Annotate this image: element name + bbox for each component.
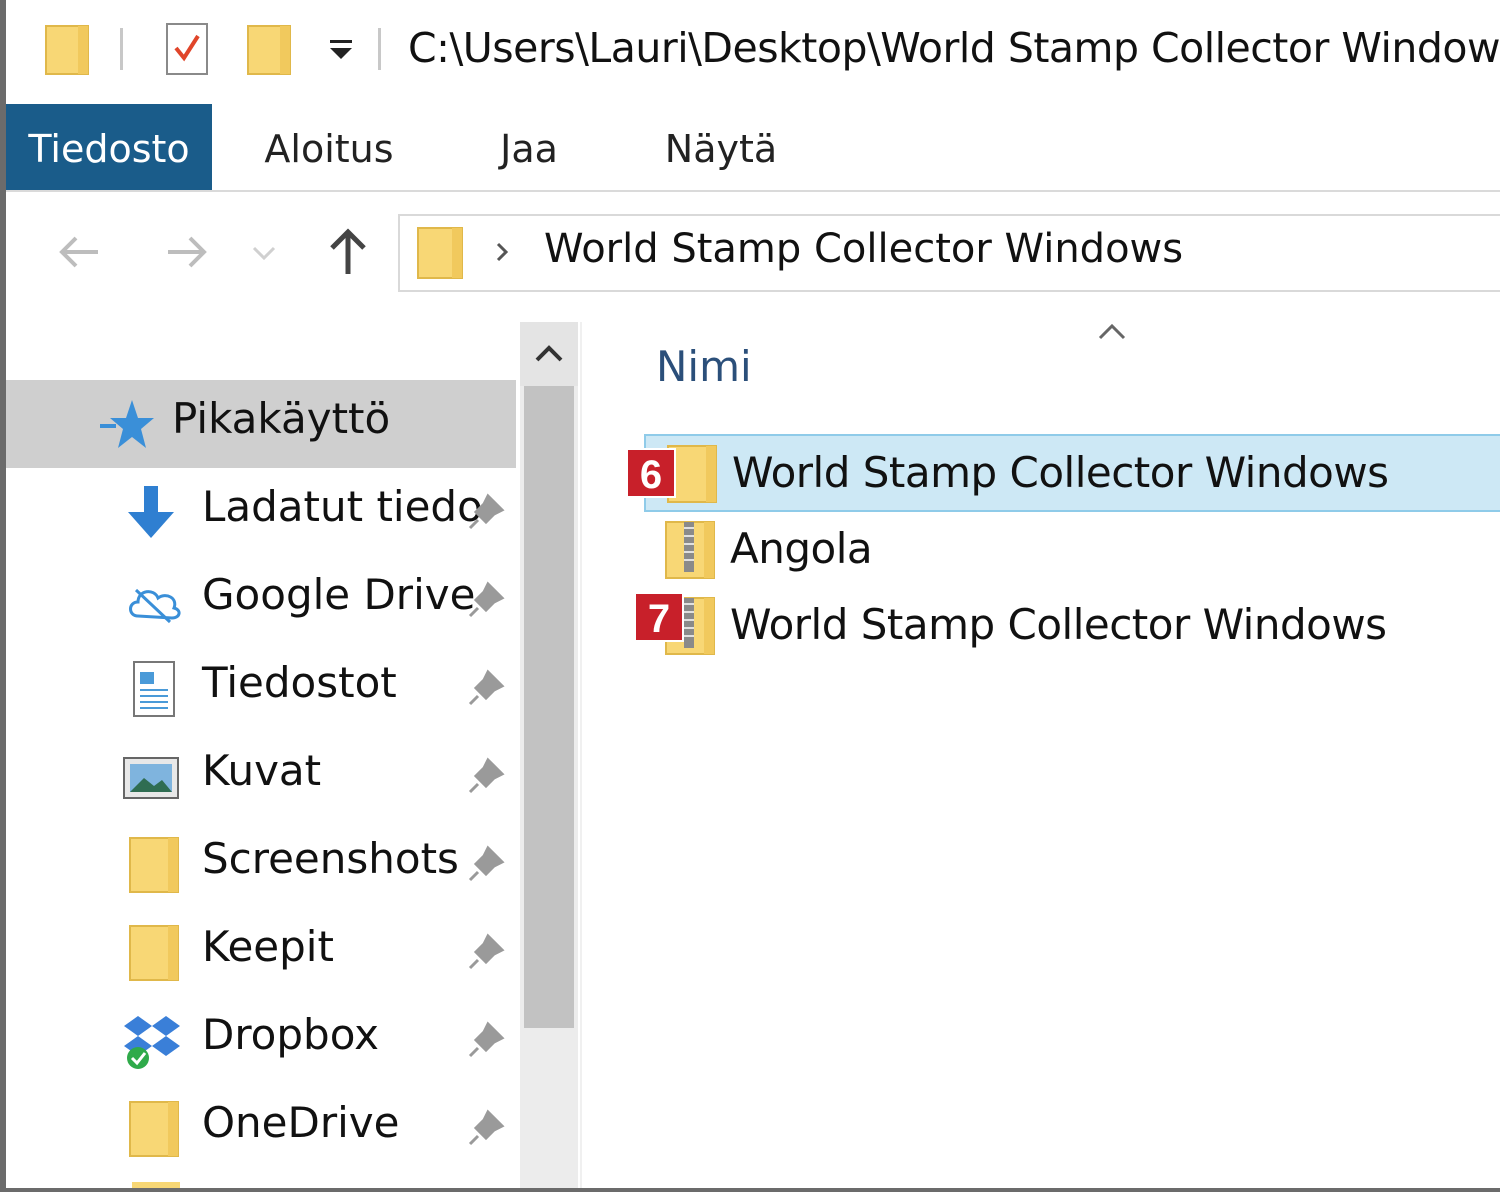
folder-icon — [129, 925, 179, 981]
picture-icon — [123, 757, 179, 799]
recent-locations-icon[interactable] — [244, 222, 284, 282]
tab-home[interactable]: Aloitus — [242, 104, 416, 190]
folder-icon — [129, 837, 179, 893]
up-arrow-icon[interactable] — [318, 222, 378, 282]
folder-icon — [417, 227, 463, 279]
sidebar-item-dropbox[interactable]: Dropbox — [6, 996, 516, 1084]
window-title: C:\Users\Lauri\Desktop\World Stamp Colle… — [408, 24, 1500, 72]
file-name: World Stamp Collector Windows — [732, 448, 1389, 497]
sidebar-item-documents[interactable]: Tiedostot — [6, 644, 516, 732]
tab-file[interactable]: Tiedosto — [6, 104, 212, 190]
cloud-icon — [129, 588, 181, 624]
new-folder-icon[interactable] — [246, 22, 292, 76]
pin-icon[interactable] — [466, 580, 506, 620]
star-icon — [100, 400, 154, 448]
pin-icon[interactable] — [466, 1020, 506, 1060]
forward-arrow-icon[interactable] — [156, 222, 216, 282]
file-name: World Stamp Collector Windows — [730, 600, 1387, 649]
pin-icon[interactable] — [466, 492, 506, 532]
folder-icon — [132, 1182, 180, 1188]
document-icon — [133, 661, 175, 717]
back-arrow-icon[interactable] — [50, 222, 110, 282]
download-icon — [128, 486, 174, 538]
file-row[interactable]: Angola — [644, 512, 1500, 590]
sidebar-item-downloads[interactable]: Ladatut tiedo — [6, 468, 516, 556]
sort-ascending-icon[interactable] — [1094, 318, 1130, 346]
file-row[interactable]: World Stamp Collector Windows — [644, 434, 1500, 512]
pin-icon[interactable] — [466, 932, 506, 972]
pin-icon[interactable] — [466, 756, 506, 796]
window-frame-bottom — [0, 1188, 1500, 1192]
customize-toolbar-icon[interactable] — [324, 32, 358, 66]
navigation-pane: Pikakäyttö Ladatut tiedo Google Drive Ti… — [6, 312, 520, 1188]
pin-icon[interactable] — [466, 668, 506, 708]
column-header-name[interactable]: Nimi — [656, 342, 752, 391]
file-name: Angola — [730, 524, 873, 573]
sidebar-item-onedrive[interactable]: OneDrive — [6, 1084, 516, 1172]
tab-share[interactable]: Jaa — [476, 104, 582, 190]
file-list-pane: Nimi World Stamp Collector Windows 6 Ang… — [582, 312, 1500, 1188]
pin-icon[interactable] — [466, 1108, 506, 1148]
scrollbar-thumb[interactable] — [524, 386, 574, 1028]
sidebar-item-keepit[interactable]: Keepit — [6, 908, 516, 996]
title-bar: C:\Users\Lauri\Desktop\World Stamp Colle… — [6, 0, 1500, 104]
folder-icon[interactable] — [44, 22, 90, 76]
step-badge: 7 — [634, 592, 684, 642]
chevron-right-icon[interactable] — [490, 236, 514, 268]
tab-view[interactable]: Näytä — [646, 104, 796, 190]
pin-icon[interactable] — [466, 844, 506, 884]
sidebar-item-pictures[interactable]: Kuvat — [6, 732, 516, 820]
ribbon-tabs: Tiedosto Aloitus Jaa Näytä — [6, 104, 1500, 192]
toolbar-separator — [378, 28, 381, 70]
sidebar-item-screenshots[interactable]: Screenshots — [6, 820, 516, 908]
sidebar-scrollbar[interactable] — [520, 322, 578, 1188]
breadcrumb-segment[interactable]: World Stamp Collector Windows — [544, 226, 1183, 272]
properties-icon[interactable] — [164, 22, 210, 76]
sidebar-item-google-drive[interactable]: Google Drive — [6, 556, 516, 644]
navigation-bar: World Stamp Collector Windows — [6, 192, 1500, 312]
step-badge: 6 — [626, 448, 676, 498]
address-bar[interactable]: World Stamp Collector Windows — [398, 214, 1500, 292]
file-row[interactable]: World Stamp Collector Windows — [644, 588, 1500, 666]
toolbar-separator — [120, 28, 123, 70]
folder-icon — [129, 1101, 179, 1157]
sidebar-item-quick-access[interactable]: Pikakäyttö — [6, 380, 516, 468]
zip-folder-icon — [665, 521, 715, 579]
scroll-up-icon[interactable] — [520, 322, 578, 386]
dropbox-icon — [124, 1016, 180, 1069]
